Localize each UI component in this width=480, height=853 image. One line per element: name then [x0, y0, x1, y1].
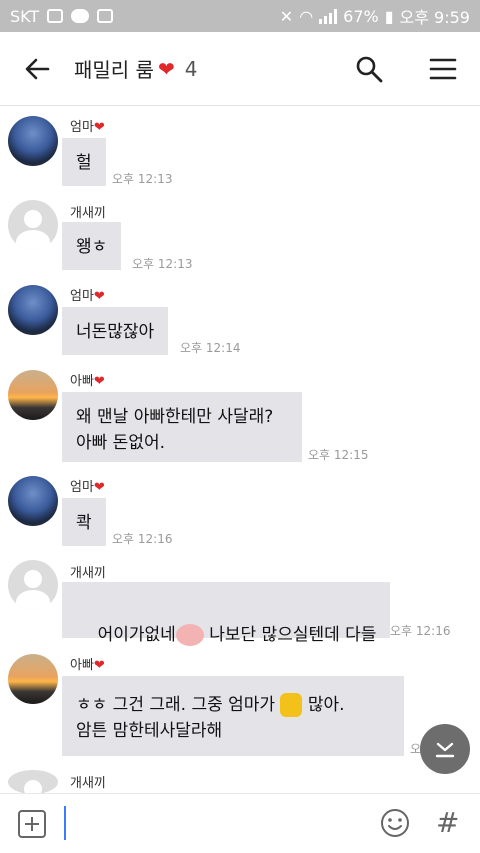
avatar[interactable]	[8, 370, 58, 420]
avatar[interactable]	[8, 285, 58, 335]
search-icon[interactable]	[354, 54, 384, 84]
menu-icon[interactable]	[428, 54, 458, 84]
battery-label: 67%	[343, 6, 379, 26]
chat-notification-icon	[71, 9, 90, 23]
message-bubble[interactable]: 콱	[62, 498, 106, 546]
avatar[interactable]	[8, 770, 58, 794]
avatar[interactable]	[8, 116, 58, 166]
sender-name: 아빠❤	[70, 658, 105, 673]
member-count: 4	[184, 56, 198, 81]
avatar[interactable]	[8, 200, 58, 250]
plus-icon	[25, 817, 39, 831]
message-input[interactable]	[64, 806, 66, 840]
avatar[interactable]	[8, 476, 58, 526]
emoji-icon[interactable]	[380, 808, 410, 838]
sender-name: 엄마❤	[70, 289, 105, 304]
avatar[interactable]	[8, 654, 58, 704]
mute-icon: ✕	[279, 6, 294, 26]
message-bubble[interactable]: 헐	[62, 138, 106, 186]
battery-icon: ▮	[384, 6, 394, 26]
back-arrow-icon[interactable]	[22, 54, 52, 84]
status-bar: SKT ✕ ◠ 67% ▮ 오후 9:59	[0, 0, 480, 32]
message-time: 오후 12:16	[390, 624, 451, 638]
message-bubble[interactable]: 너돈많잖아	[62, 307, 169, 355]
message-input-bar: #	[0, 793, 480, 853]
sender-name: 엄마❤	[70, 480, 105, 495]
heart-icon: ❤	[157, 56, 175, 81]
message-bubble[interactable]: 왜 맨날 아빠한테만 사달래? 아빠 돈없어.	[62, 392, 302, 462]
message-bubble[interactable]: 어이가없네 나보단 많으실텐데 다들	[62, 582, 391, 646]
gallery-icon	[47, 9, 64, 23]
app-notification-icon	[97, 9, 114, 23]
room-name: 패밀리 룸	[74, 58, 154, 82]
signal-icon	[319, 8, 338, 24]
attach-button[interactable]	[18, 810, 46, 838]
chat-header: 패밀리 룸 ❤ 4	[0, 32, 480, 106]
wifi-icon: ◠	[299, 6, 314, 26]
message-bubble[interactable]: ㅎㅎ 그건 그래. 그중 엄마가 많아. 암튼 맘한테사달라해	[62, 676, 404, 756]
message-time: 오후 12:13	[112, 172, 173, 186]
sender-name: 아빠❤	[70, 374, 105, 389]
sender-name: 엄마❤	[70, 120, 105, 135]
sender-name: 개새끼	[70, 776, 106, 791]
room-title: 패밀리 룸 ❤ 4	[74, 54, 197, 83]
message-time: 오후 12:16	[112, 532, 173, 546]
chevron-down-icon	[435, 742, 455, 758]
sender-name: 개새끼	[70, 206, 106, 221]
peach-emoticon-icon	[175, 624, 204, 646]
message-time: 오후 12:15	[308, 448, 369, 462]
message-time: 오후 12:14	[180, 341, 241, 355]
sender-name: 개새끼	[70, 566, 106, 581]
thumbs-up-icon	[280, 693, 303, 717]
hashtag-icon[interactable]: #	[436, 806, 459, 839]
carrier-label: SKT	[10, 6, 40, 26]
message-bubble[interactable]: 왱ㅎ	[62, 222, 122, 270]
avatar[interactable]	[8, 560, 58, 610]
message-time: 오후 12:13	[132, 257, 193, 271]
scroll-to-bottom-button[interactable]	[420, 724, 470, 774]
clock-label: 오후 9:59	[399, 8, 470, 27]
